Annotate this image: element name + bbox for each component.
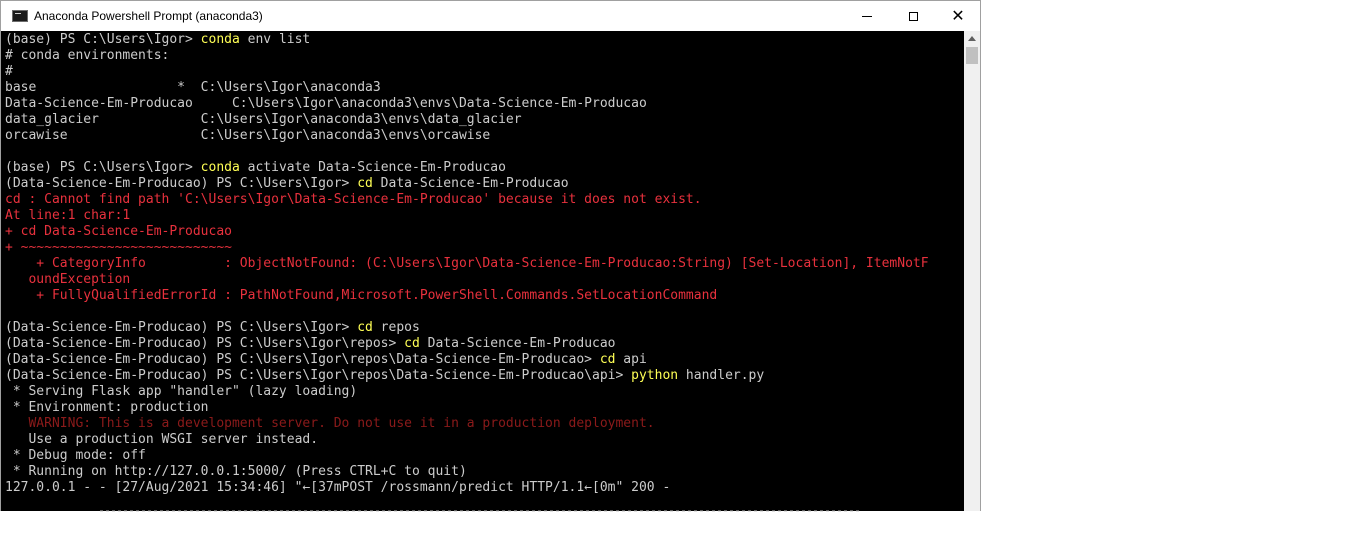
console-text: (base) PS C:\Users\Igor> <box>5 160 201 175</box>
console-text: At line:1 char:1 <box>5 208 131 223</box>
console-line: (base) PS C:\Users\Igor> conda activate … <box>5 160 506 176</box>
console-text: + cd Data-Science-Em-Producao <box>5 224 232 239</box>
console-text: conda <box>200 32 240 47</box>
scroll-thumb[interactable] <box>966 47 978 64</box>
console-text: api <box>615 352 647 367</box>
console-line: (Data-Science-Em-Producao) PS C:\Users\I… <box>5 368 764 384</box>
console-text: + FullyQualifiedErrorId : PathNotFound,M… <box>5 288 718 303</box>
console-text: cd <box>357 176 373 191</box>
console-line: (Data-Science-Em-Producao) PS C:\Users\I… <box>5 352 647 368</box>
console-line: + CategoryInfo : ObjectNotFound: (C:\Use… <box>5 256 929 272</box>
scroll-up-button[interactable] <box>964 31 980 46</box>
console-text: Data-Science-Em-Producao <box>419 336 616 351</box>
maximize-button[interactable] <box>890 1 936 31</box>
console-text: repos <box>372 320 420 335</box>
console-text: 127.0.0.1 - - [27/Aug/2021 15:34:46] "←[… <box>5 480 671 495</box>
console-text: WARNING: This is a development server. D… <box>5 416 655 431</box>
console-text: conda <box>200 160 240 175</box>
console-text: * Serving Flask app "handler" (lazy load… <box>5 384 358 399</box>
console-line: * Serving Flask app "handler" (lazy load… <box>5 384 357 400</box>
console-text: # <box>5 64 13 79</box>
console-text: python <box>631 368 679 383</box>
powershell-window: Anaconda Powershell Prompt (anaconda3) ✕… <box>0 0 981 511</box>
console-text: (Data-Science-Em-Producao) PS C:\Users\I… <box>5 176 358 191</box>
console-line: + FullyQualifiedErrorId : PathNotFound,M… <box>5 288 717 304</box>
console-text: activate Data-Science-Em-Producao <box>239 160 506 175</box>
console-line: * Running on http://127.0.0.1:5000/ (Pre… <box>5 464 467 480</box>
console-line: # <box>5 64 13 80</box>
console-text: (Data-Science-Em-Producao) PS C:\Users\I… <box>5 336 405 351</box>
console-text: (base) PS C:\Users\Igor> <box>5 32 201 47</box>
console-text: handler.py <box>678 368 765 383</box>
maximize-icon <box>908 11 918 21</box>
console-text: base * C:\Users\Igor\anaconda3 <box>5 80 381 95</box>
console-line: data_glacier C:\Users\Igor\anaconda3\env… <box>5 112 522 128</box>
console-line: cd : Cannot find path 'C:\Users\Igor\Dat… <box>5 192 702 208</box>
console-text: (Data-Science-Em-Producao) PS C:\Users\I… <box>5 320 358 335</box>
console-line: (Data-Science-Em-Producao) PS C:\Users\I… <box>5 176 569 192</box>
console-text: + ~~~~~~~~~~~~~~~~~~~~~~~~~~~ <box>5 240 232 255</box>
minimize-button[interactable] <box>844 1 890 31</box>
arrow-up-icon <box>968 36 976 41</box>
console-icon <box>12 10 28 22</box>
console-line: WARNING: This is a development server. D… <box>5 416 655 432</box>
vertical-scrollbar[interactable] <box>964 31 980 511</box>
console-text: + CategoryInfo : ObjectNotFound: (C:\Use… <box>5 256 929 271</box>
console-line: 127.0.0.1 - - [27/Aug/2021 15:34:46] "←[… <box>5 480 670 496</box>
console-line: * Debug mode: off <box>5 448 146 464</box>
console-text: cd <box>357 320 373 335</box>
minimize-icon <box>862 15 872 17</box>
console-text: orcawise C:\Users\Igor\anaconda3\envs\or… <box>5 128 491 143</box>
console-text: Data-Science-Em-Producao C:\Users\Igor\a… <box>5 96 647 111</box>
background-bleed <box>100 510 860 512</box>
console-line: + ~~~~~~~~~~~~~~~~~~~~~~~~~~~ <box>5 240 232 256</box>
console-text: Use a production WSGI server instead. <box>5 432 319 447</box>
console-output[interactable]: (base) PS C:\Users\Igor> conda env list #… <box>1 31 964 511</box>
console-text: cd : Cannot find path 'C:\Users\Igor\Dat… <box>5 192 702 207</box>
console-text: * Running on http://127.0.0.1:5000/ (Pre… <box>5 464 467 479</box>
console-line: base * C:\Users\Igor\anaconda3 <box>5 80 381 96</box>
console-line: At line:1 char:1 <box>5 208 130 224</box>
console-text: cd <box>599 352 616 367</box>
console-text: * Debug mode: off <box>5 448 146 463</box>
console-line: # conda environments: <box>5 48 169 64</box>
console-text: env list <box>239 32 311 47</box>
title-bar[interactable]: Anaconda Powershell Prompt (anaconda3) ✕ <box>1 1 980 31</box>
console-text: (Data-Science-Em-Producao) PS C:\Users\I… <box>5 368 632 383</box>
console-line: (Data-Science-Em-Producao) PS C:\Users\I… <box>5 320 420 336</box>
console-text: oundException <box>5 272 131 287</box>
console-line: (Data-Science-Em-Producao) PS C:\Users\I… <box>5 336 616 352</box>
close-button[interactable]: ✕ <box>935 1 981 31</box>
console-text: cd <box>404 336 420 351</box>
console-text: # conda environments: <box>5 48 170 63</box>
console-text: * Environment: production <box>5 400 209 415</box>
window-title: Anaconda Powershell Prompt (anaconda3) <box>34 9 263 23</box>
console-line: * Environment: production <box>5 400 209 416</box>
console-text: data_glacier C:\Users\Igor\anaconda3\env… <box>5 112 522 127</box>
console-line: + cd Data-Science-Em-Producao <box>5 224 232 240</box>
console-text: (Data-Science-Em-Producao) PS C:\Users\I… <box>5 352 600 367</box>
close-icon: ✕ <box>951 8 965 25</box>
console-text: Data-Science-Em-Producao <box>372 176 569 191</box>
console-line: Use a production WSGI server instead. <box>5 432 318 448</box>
console-line: orcawise C:\Users\Igor\anaconda3\envs\or… <box>5 128 490 144</box>
console-line: oundException <box>5 272 130 288</box>
console-line: Data-Science-Em-Producao C:\Users\Igor\a… <box>5 96 647 112</box>
console-line: (base) PS C:\Users\Igor> conda env list <box>5 32 310 48</box>
